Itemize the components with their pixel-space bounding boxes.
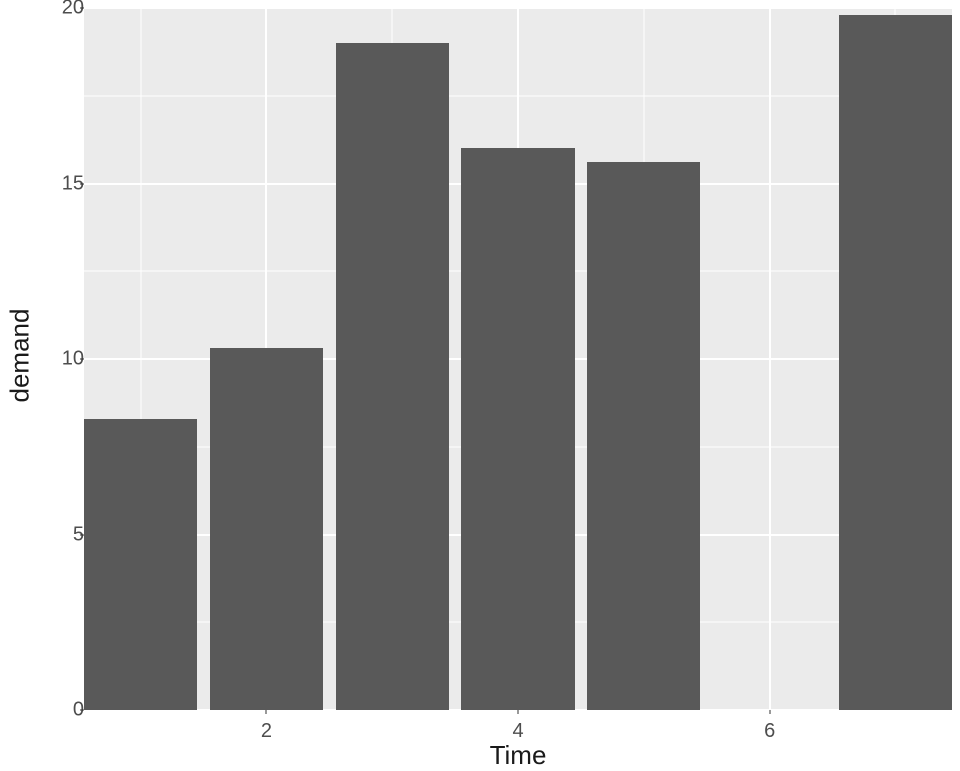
x-tick-mark [266, 710, 267, 714]
y-tick-label: 20 [44, 0, 84, 20]
x-axis-label: Time [84, 740, 952, 771]
y-tick-label: 0 [44, 699, 84, 722]
y-axis-label-text: demand [5, 308, 36, 402]
bar-4 [461, 148, 574, 710]
bar-5 [587, 162, 700, 710]
bar-1 [84, 419, 197, 710]
y-tick-label: 10 [44, 348, 84, 371]
y-axis-label: demand [6, 0, 34, 710]
bar-7 [839, 15, 952, 710]
x-tick-mark [518, 710, 519, 714]
bar-chart: demand 0 5 10 15 20 [0, 0, 960, 768]
x-tick-mark [769, 710, 770, 714]
y-tick-label: 5 [44, 523, 84, 546]
plot-panel [84, 8, 952, 710]
gridline-v [769, 8, 771, 710]
bar-3 [336, 43, 449, 710]
y-tick-label: 15 [44, 172, 84, 195]
bar-2 [210, 348, 323, 710]
